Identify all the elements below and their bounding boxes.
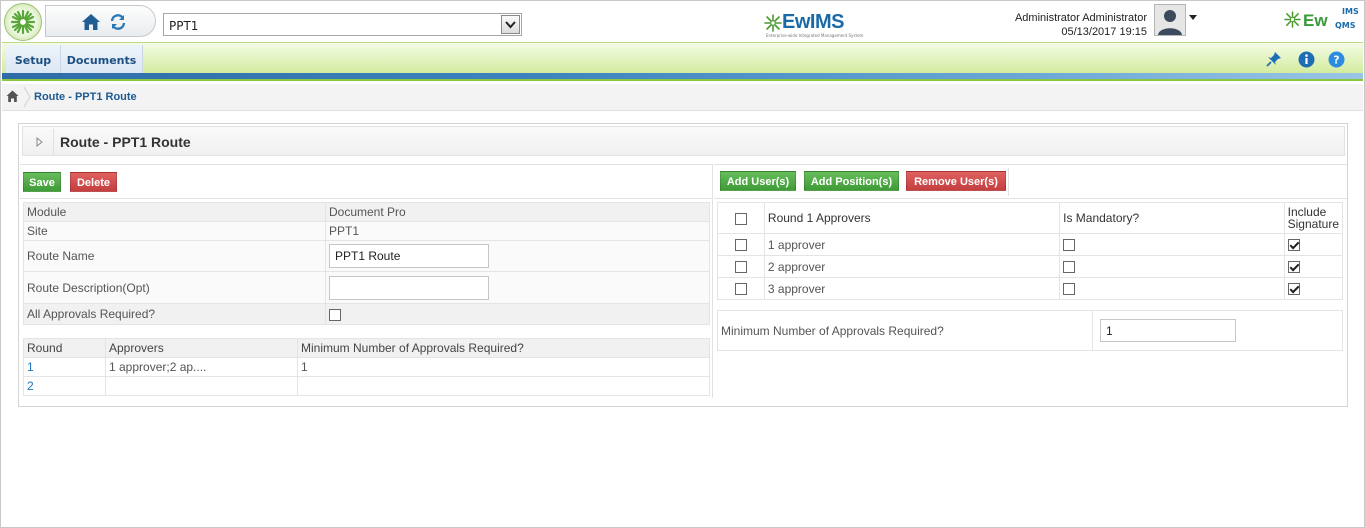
round-approvers: 1 approver;2 ap.... <box>105 357 298 377</box>
module-value: Document Pro <box>325 202 710 222</box>
refresh-icon[interactable] <box>107 12 129 32</box>
divider <box>1008 168 1009 196</box>
divider <box>714 164 1347 165</box>
brand-center-text: EwIMS <box>782 11 844 33</box>
brand-right-main: Ew <box>1303 11 1328 30</box>
user-avatar-icon[interactable] <box>1154 4 1186 36</box>
info-icon[interactable] <box>1297 50 1315 68</box>
approver-name: 2 approver <box>763 255 1061 278</box>
panel-header: Route - PPT1 Route <box>22 126 1345 156</box>
approvers-header-mandatory: Is Mandatory? <box>1059 202 1285 234</box>
add-users-button[interactable]: Add User(s) <box>720 171 796 191</box>
round-min: 1 <box>297 357 710 377</box>
brand-flower-icon <box>764 14 782 32</box>
brand-right-logo: Ew IMS QMS <box>1284 7 1362 35</box>
rounds-header-round: Round <box>23 338 106 358</box>
select-all-checkbox[interactable] <box>734 212 747 225</box>
round-min <box>297 376 710 396</box>
rounds-table: Round Approvers Minimum Number of Approv… <box>23 338 710 396</box>
all-approvals-label: All Approvals Required? <box>23 303 326 325</box>
current-datetime: 05/13/2017 19:15 <box>1061 26 1147 38</box>
round-approvers <box>105 376 298 396</box>
brand-right-flower-icon <box>1284 11 1301 28</box>
approver-select-checkbox[interactable] <box>734 261 747 274</box>
home-icon[interactable] <box>80 12 102 32</box>
dropdown-arrow-icon[interactable] <box>501 15 520 34</box>
table-row: 3 approver <box>717 277 1344 300</box>
breadcrumb-current[interactable]: Route - PPT1 Route <box>34 91 137 103</box>
menu-bar: Setup Documents ? <box>2 42 1363 73</box>
round-link[interactable]: 2 <box>27 379 34 393</box>
approver-name: 1 approver <box>763 233 1061 256</box>
save-button[interactable]: Save <box>23 172 61 192</box>
menu-item-label: Documents <box>66 54 137 67</box>
route-name-input[interactable] <box>329 244 489 268</box>
app-logo-icon[interactable] <box>4 3 42 41</box>
all-approvals-checkbox[interactable] <box>329 308 341 321</box>
mandatory-checkbox[interactable] <box>1063 261 1076 274</box>
user-name: Administrator Administrator <box>1014 12 1147 24</box>
table-row: 1 1 approver;2 ap.... 1 <box>23 357 710 377</box>
breadcrumb-separator-icon <box>23 87 31 107</box>
signature-checkbox[interactable] <box>1287 239 1300 252</box>
approver-select-checkbox[interactable] <box>734 283 747 296</box>
route-description-label: Route Description(Opt) <box>23 271 326 304</box>
table-row: 2 <box>23 376 710 396</box>
breadcrumb-home-icon[interactable] <box>6 90 19 103</box>
min-approvals-label: Minimum Number of Approvals Required? <box>717 310 1093 351</box>
brand-center-logo: EwIMS Enterprise-wide Integrated Managem… <box>764 11 863 39</box>
table-row: 2 approver <box>717 255 1344 278</box>
top-header: PPT1 EwIMS Enterprise-wide Integrated Ma… <box>1 1 1364 41</box>
divider <box>20 198 713 199</box>
site-select-value: PPT1 <box>169 19 199 33</box>
breadcrumb: Route - PPT1 Route <box>2 84 1363 111</box>
approvers-table: Round 1 Approvers Is Mandatory? Include … <box>717 202 1344 300</box>
signature-checkbox[interactable] <box>1287 261 1300 274</box>
min-approvals-input[interactable] <box>1100 319 1236 342</box>
menu-item-setup[interactable]: Setup <box>6 45 61 73</box>
brand-center-tagline: Enterprise-wide Integrated Management Sy… <box>766 33 864 38</box>
nav-pill <box>45 5 156 37</box>
brand-right-bottom: QMS <box>1335 21 1356 30</box>
approver-select-checkbox[interactable] <box>734 239 747 252</box>
delete-button[interactable]: Delete <box>70 172 117 192</box>
route-panel: Route - PPT1 Route Save Delete Module Do… <box>18 123 1348 407</box>
header-stripe-accent <box>2 79 1363 81</box>
site-select[interactable]: PPT1 <box>163 13 522 36</box>
menu-item-label: Setup <box>14 54 52 67</box>
route-form: Module Document Pro Site PPT1 Route Name… <box>23 202 710 325</box>
module-label: Module <box>23 202 326 222</box>
remove-users-button[interactable]: Remove User(s) <box>906 171 1006 191</box>
approvers-header-signature: Include Signature <box>1283 202 1344 234</box>
rounds-header-min: Minimum Number of Approvals Required? <box>297 338 710 358</box>
approvers-header-name: Round 1 Approvers <box>763 202 1061 234</box>
caret-down-icon[interactable] <box>1189 15 1197 20</box>
menu-item-documents[interactable]: Documents <box>61 45 143 73</box>
help-icon[interactable]: ? <box>1327 50 1345 68</box>
rounds-header-approvers: Approvers <box>105 338 298 358</box>
divider <box>714 198 1347 199</box>
approver-name: 3 approver <box>763 277 1061 300</box>
panel-title: Route - PPT1 Route <box>60 134 191 150</box>
table-row: 1 approver <box>717 233 1344 256</box>
round-link[interactable]: 1 <box>27 360 34 374</box>
collapse-toggle-icon[interactable] <box>26 129 54 155</box>
add-positions-button[interactable]: Add Position(s) <box>804 171 899 191</box>
route-description-input[interactable] <box>329 275 489 300</box>
route-name-label: Route Name <box>23 240 326 272</box>
site-value: PPT1 <box>325 221 710 241</box>
svg-text:?: ? <box>1333 53 1339 66</box>
site-label: Site <box>23 221 326 241</box>
mandatory-checkbox[interactable] <box>1063 239 1076 252</box>
brand-right-top: IMS <box>1342 7 1359 16</box>
signature-checkbox[interactable] <box>1287 283 1300 296</box>
pin-icon[interactable] <box>1265 50 1283 68</box>
mandatory-checkbox[interactable] <box>1063 283 1076 296</box>
min-approvals-table: Minimum Number of Approvals Required? <box>717 310 1343 351</box>
